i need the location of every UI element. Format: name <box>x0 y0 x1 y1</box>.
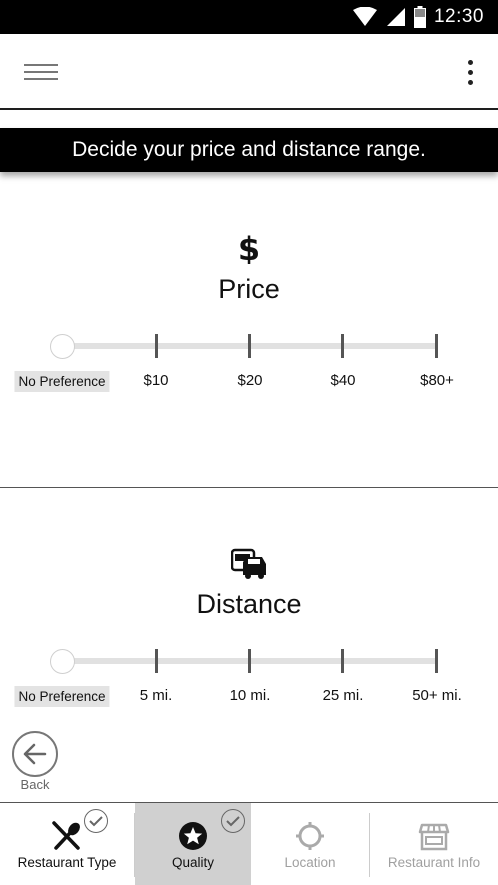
cellular-signal-icon <box>386 8 405 26</box>
distance-tick[interactable] <box>435 649 438 673</box>
completed-check-icon <box>221 809 245 833</box>
star-badge-icon <box>177 821 209 851</box>
bottom-nav: Restaurant Type Quality Location Restaur… <box>0 802 498 885</box>
tab-restaurant-info[interactable]: Restaurant Info <box>370 803 498 885</box>
price-option-no-preference[interactable]: No Preference <box>14 371 110 392</box>
section-divider <box>0 487 498 488</box>
more-options-icon[interactable] <box>466 60 474 86</box>
price-option-80-plus[interactable]: $80+ <box>420 372 454 389</box>
distance-slider-thumb[interactable] <box>50 649 75 674</box>
distance-tick[interactable] <box>155 649 158 673</box>
crosshair-icon <box>294 821 326 851</box>
tab-label: Location <box>284 855 336 870</box>
app-bar <box>0 34 498 110</box>
storefront-icon <box>418 821 450 851</box>
car-icon <box>0 548 498 580</box>
banner-text: Decide your price and distance range. <box>72 138 426 161</box>
utensils-icon <box>51 821 83 851</box>
back-arrow-icon[interactable] <box>12 731 58 777</box>
status-bar: 12:30 <box>0 0 498 34</box>
status-time: 12:30 <box>433 6 484 27</box>
distance-option-50-plus[interactable]: 50+ mi. <box>412 687 462 704</box>
completed-check-icon <box>84 809 108 833</box>
price-option-40[interactable]: $40 <box>330 372 355 389</box>
distance-option-5[interactable]: 5 mi. <box>140 687 173 704</box>
distance-option-no-preference[interactable]: No Preference <box>14 686 110 707</box>
price-option-10[interactable]: $10 <box>143 372 168 389</box>
menu-icon[interactable] <box>24 64 58 82</box>
dollar-icon: $ <box>0 230 498 264</box>
price-tick[interactable] <box>248 334 251 358</box>
distance-option-10[interactable]: 10 mi. <box>230 687 271 704</box>
tab-quality[interactable]: Quality <box>135 803 251 885</box>
distance-title: Distance <box>196 589 302 619</box>
tab-restaurant-type[interactable]: Restaurant Type <box>0 803 134 885</box>
price-option-20[interactable]: $20 <box>237 372 262 389</box>
instruction-banner: Decide your price and distance range. <box>0 128 498 172</box>
wifi-icon <box>352 7 377 26</box>
distance-tick[interactable] <box>341 649 344 673</box>
price-labels: No Preference $10 $20 $40 $80+ <box>0 371 498 398</box>
price-tick[interactable] <box>155 334 158 358</box>
back-label: Back <box>20 777 50 792</box>
tab-location[interactable]: Location <box>251 803 369 885</box>
price-tick[interactable] <box>341 334 344 358</box>
distance-option-25[interactable]: 25 mi. <box>323 687 364 704</box>
distance-tick[interactable] <box>248 649 251 673</box>
tab-label: Quality <box>171 855 215 870</box>
back-button[interactable]: Back <box>12 731 58 793</box>
svg-text:$: $ <box>238 230 260 264</box>
battery-icon <box>413 6 426 28</box>
price-title: Price <box>218 274 280 304</box>
tab-label: Restaurant Type <box>17 855 117 870</box>
price-slider-thumb[interactable] <box>50 334 75 359</box>
distance-labels: No Preference 5 mi. 10 mi. 25 mi. 50+ mi… <box>0 686 498 713</box>
price-tick[interactable] <box>435 334 438 358</box>
tab-label: Restaurant Info <box>387 855 481 870</box>
